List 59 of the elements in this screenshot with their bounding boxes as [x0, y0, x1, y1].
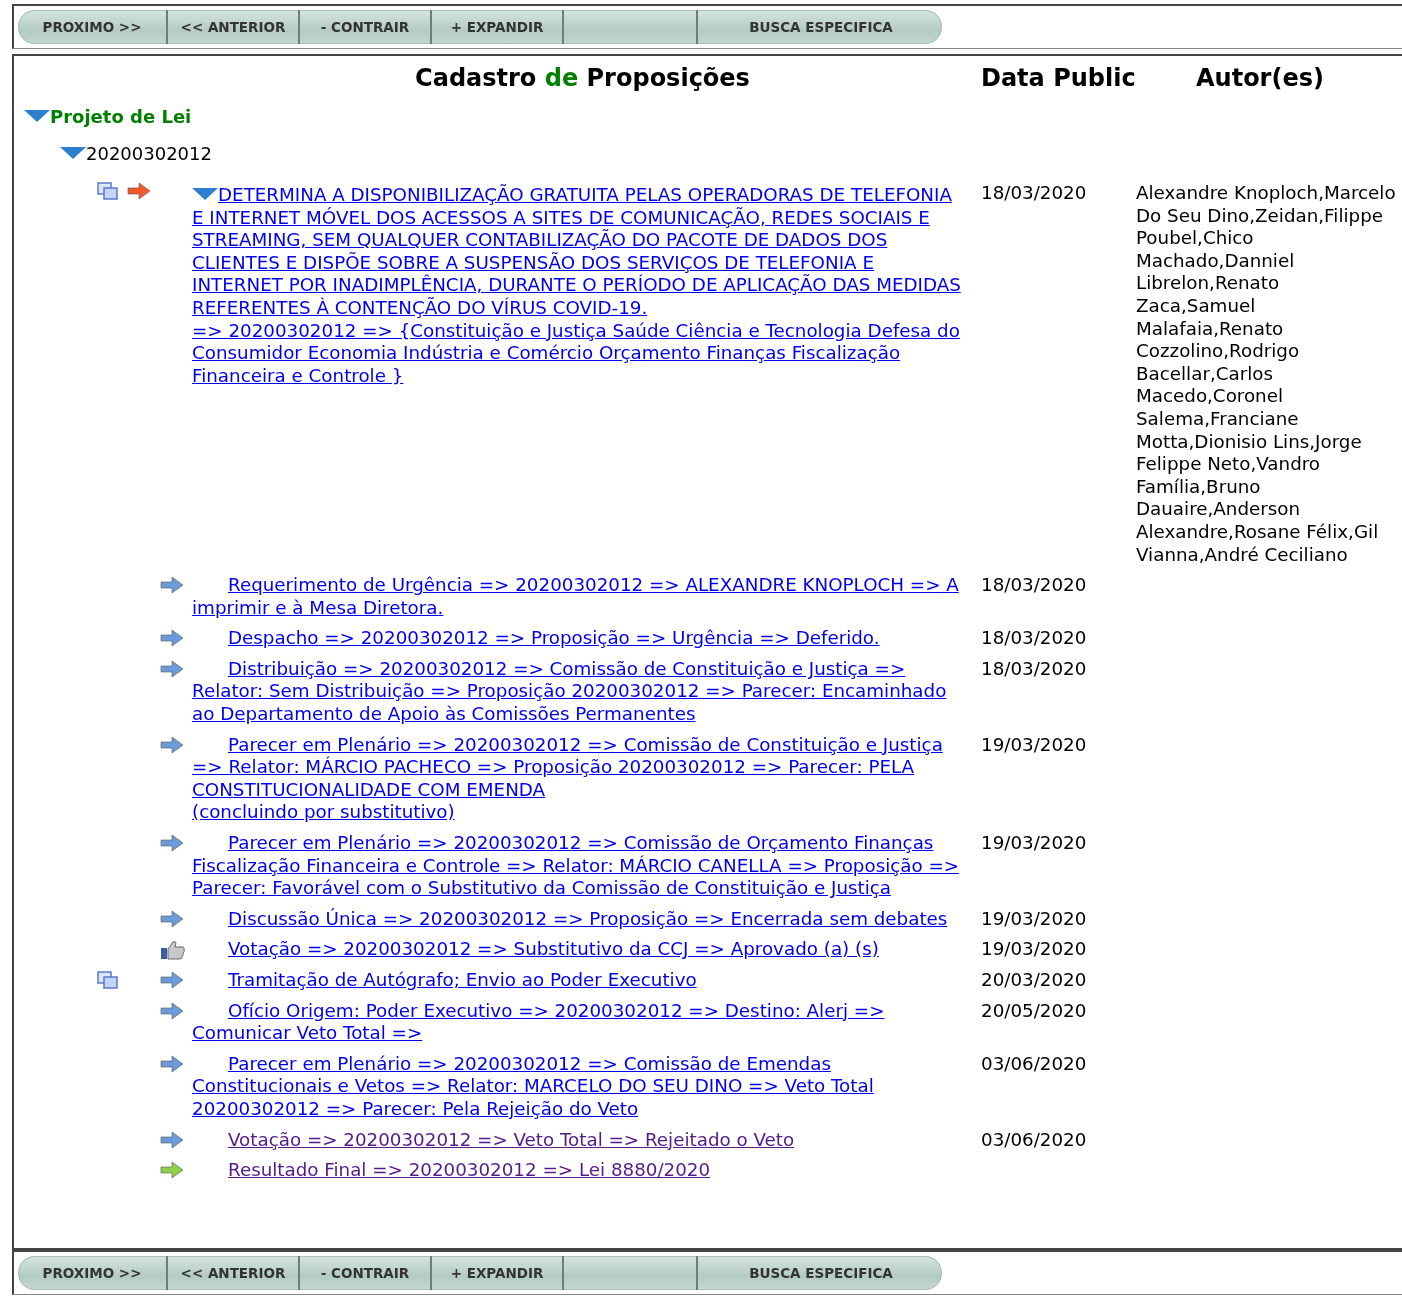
step-link[interactable]: Tramitação de Autógrafo; Envio ao Poder Executivo: [192, 969, 969, 992]
arrow-icon[interactable]: [160, 971, 184, 989]
date-text: 18/03/2020: [980, 657, 1088, 679]
arrow-icon[interactable]: [160, 1130, 184, 1149]
date-text: 19/03/2020: [980, 733, 1088, 755]
thumbs-up-icon[interactable]: [160, 940, 186, 961]
date-text: 19/03/2020: [980, 938, 1088, 960]
arrow-icon[interactable]: [160, 1054, 184, 1073]
step-link[interactable]: Votação => 20200302012 => Substitutivo da CCJ => Aprovado (a) (s): [192, 938, 969, 961]
arrow-icon[interactable]: [160, 735, 184, 754]
step-link[interactable]: Ofício Origem: Poder Executivo => 20200302012 => Destino: Alerj => Comunicar Veto Total =>: [192, 999, 969, 1045]
toolbar-button[interactable]: BUSCA ESPECIFICA: [698, 10, 942, 44]
arrow-icon[interactable]: [160, 1161, 184, 1180]
arrow-icon[interactable]: [160, 909, 184, 928]
arrow-icon[interactable]: [127, 182, 151, 200]
date-text: 18/03/2020: [980, 627, 1088, 649]
toolbar-button[interactable]: - CONTRAIR: [300, 1256, 432, 1290]
arrow-icon[interactable]: [160, 834, 184, 853]
arrow-icon[interactable]: [160, 1001, 184, 1020]
column-heading: Data Public: [980, 63, 1136, 94]
document-icon[interactable]: [97, 182, 119, 200]
tree-node-label[interactable]: 20200302012: [86, 142, 212, 164]
date-text: 19/03/2020: [980, 832, 1088, 854]
toolbar-button[interactable]: - CONTRAIR: [300, 10, 432, 44]
date-text: 20/05/2020: [980, 999, 1088, 1021]
arrow-icon[interactable]: [160, 629, 184, 648]
collapse-icon[interactable]: [24, 109, 50, 123]
toolbar-button[interactable]: PROXIMO >>: [18, 10, 168, 44]
step-link[interactable]: Requerimento de Urgência => 20200302012 => ALEXANDRE KNOPLOCH => A imprimir e à Mesa Diretora.: [192, 574, 969, 620]
tree-group-label[interactable]: Projeto de Lei: [50, 105, 192, 127]
step-link[interactable]: Votação => 20200302012 => Veto Total => Rejeitado o Veto: [192, 1128, 969, 1152]
proposition-link[interactable]: DETERMINA A DISPONIBILIZAÇÃO GRATUITA PELAS OPERADORAS DE TELEFONIA E INTERNET MÓVEL DOS ACESSOS A SITES DE COMUNICAÇÃO, REDES SOCIAIS E STREAMING, SEM QUALQUER CONTABILIZAÇÃO DO PACOTE DE DADOS DOS CLIENTES E DISPÕE SOBRE A SUSPENSÃO DOS SERVIÇOS DE TELEFONIA E INTERNET POR INADIMPLÊNCIA, DURANTE O PERÍODO DE APLICAÇÃO DAS MEDIDAS REFERENTES À CONTENÇÃO DO VÍRUS COVID-19. => 20200302012 => {Constituição e Justiça Saúde Ciência e Tecnologia Defesa do Consumidor Economia Indústria e Comércio Orçamento Finanças Fiscalização Financeira e Controle }: [192, 184, 969, 388]
step-link[interactable]: Discussão Única => 20200302012 => Proposição => Encerrada sem debates: [192, 907, 969, 931]
date-text: 19/03/2020: [980, 907, 1088, 929]
collapse-icon[interactable]: [192, 187, 218, 201]
arrow-icon[interactable]: [160, 659, 184, 678]
step-link[interactable]: Resultado Final => 20200302012 => Lei 8880/2020: [192, 1159, 969, 1182]
toolbar-button[interactable]: << ANTERIOR: [168, 10, 300, 44]
step-link[interactable]: Distribuição => 20200302012 => Comissão de Constituição e Justiça => Relator: Sem Distribuição => Proposição 20200302012 => Parecer: Encaminhado ao Departamento de Apoio às Comissões Permanentes: [192, 657, 969, 726]
step-link[interactable]: Parecer em Plenário => 20200302012 => Comissão de Orçamento Finanças Fiscalização Financeira e Controle => Relator: MÁRCIO CANELLA => Proposição => Parecer: Favorável com o Substitutivo da Comissão de Constituição e Justiça: [192, 832, 969, 900]
date-text: 03/06/2020: [980, 1128, 1088, 1150]
date-text: 03/06/2020: [980, 1052, 1088, 1074]
toolbar-button[interactable]: PROXIMO >>: [18, 1256, 168, 1290]
authors-text: Alexandre Knoploch,Marcelo Do Seu Dino,Zeidan,Filippe Poubel,Chico Machado,Danniel Librelon,Renato Zaca,Samuel Malafaia,Renato Cozzolino,Rodrigo Bacellar,Carlos Macedo,Coronel Salema,Franciane Motta,Dionisio Lins,Jorge Felippe Neto,Vandro Família,Bruno Dauaire,Anderson Alexandre,Rosane Félix,Gil Vianna,André Ceciliano: [1136, 181, 1397, 567]
document-icon[interactable]: [97, 971, 119, 989]
collapse-icon[interactable]: [60, 146, 86, 160]
toolbar-button[interactable]: + EXPANDIR: [432, 1256, 564, 1290]
step-link[interactable]: Parecer em Plenário => 20200302012 => Comissão de Constituição e Justiça => Relator: MÁRCIO PACHECO => Proposição 20200302012 => Parecer: PELA CONSTITUCIONALIDADE COM EMENDA (concluindo por substitutivo): [192, 733, 969, 825]
date-text: 18/03/2020: [980, 181, 1088, 203]
toolbar-button[interactable]: + EXPANDIR: [432, 10, 564, 44]
date-text: 20/03/2020: [980, 969, 1088, 990]
step-link[interactable]: Parecer em Plenário => 20200302012 => Comissão de Emendas Constitucionais e Vetos => Relator: MARCELO DO SEU DINO => Veto Total 20200302012 => Parecer: Pela Rejeição do Veto: [192, 1052, 969, 1121]
date-text: 18/03/2020: [980, 574, 1088, 596]
step-link[interactable]: Despacho => 20200302012 => Proposição => Urgência => Deferido.: [192, 627, 969, 650]
column-heading: Autor(es): [1195, 63, 1325, 94]
page-title: Cadastro de Proposições: [414, 63, 751, 94]
toolbar-button[interactable]: BUSCA ESPECIFICA: [698, 1256, 942, 1290]
toolbar-button[interactable]: << ANTERIOR: [168, 1256, 300, 1290]
arrow-icon[interactable]: [160, 576, 184, 595]
